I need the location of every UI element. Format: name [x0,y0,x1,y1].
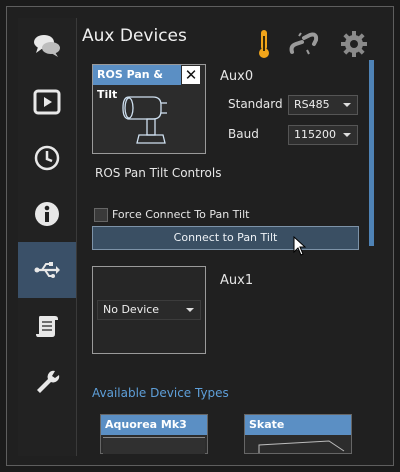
sidebar-item-usb[interactable] [18,242,76,298]
scroll-icon [36,316,58,337]
gear-icon[interactable] [340,30,368,58]
chevron-down-icon [343,133,351,137]
aux1-device-value: No Device [103,303,160,316]
standard-select[interactable]: RS485 [288,95,358,115]
sidebar-item-media[interactable] [18,74,76,130]
device-card-title: ROS Pan & Tilt [93,65,181,101]
controls-title: ROS Pan Tilt Controls [95,166,222,180]
aux1-device-select[interactable]: No Device [97,300,201,320]
pan-tilt-device-icon [122,96,167,144]
device-type-preview [103,437,205,454]
thermometer-icon[interactable] [254,28,274,60]
chevron-down-icon [343,103,351,107]
aux0-label: Aux0 [220,69,254,84]
device-type-title: Skate [245,415,351,435]
aux1-device-card[interactable]: No Device [92,266,206,354]
device-type-card[interactable]: Aquorea Mk3 [100,414,208,454]
standard-label: Standard [228,97,283,111]
mouse-cursor-icon [293,236,307,256]
play-icon [33,89,61,115]
wrench-icon [37,370,60,393]
sidebar-item-history[interactable] [18,130,76,186]
device-type-preview [258,440,345,453]
force-connect-label: Force Connect To Pan Tilt [112,208,250,221]
connect-pan-tilt-button[interactable]: Connect to Pan Tilt [92,226,359,250]
sidebar-item-chat[interactable] [18,18,76,74]
device-type-title: Aquorea Mk3 [101,415,207,435]
available-devices-title: Available Device Types [92,386,229,400]
baud-select[interactable]: 115200 [288,125,358,145]
sidebar-item-tools[interactable] [18,354,76,410]
info-icon [35,202,59,226]
clock-icon [34,145,60,171]
force-connect-checkbox[interactable] [94,208,108,222]
usb-icon [34,262,60,278]
scrollbar-thumb[interactable] [369,60,374,246]
baud-value: 115200 [294,128,336,141]
sidebar-item-info[interactable] [18,186,76,242]
sidebar-item-scripts[interactable] [18,298,76,354]
remove-device-button[interactable]: ✕ [182,66,200,84]
device-type-card[interactable]: Skate [244,414,352,454]
page-title: Aux Devices [82,26,187,46]
link-icon[interactable] [288,30,320,58]
baud-label: Baud [228,127,259,141]
chevron-down-icon [186,308,194,312]
standard-value: RS485 [294,98,330,111]
aux1-label: Aux1 [220,273,254,288]
chat-bubbles-icon [34,35,60,57]
sidebar [18,18,77,456]
